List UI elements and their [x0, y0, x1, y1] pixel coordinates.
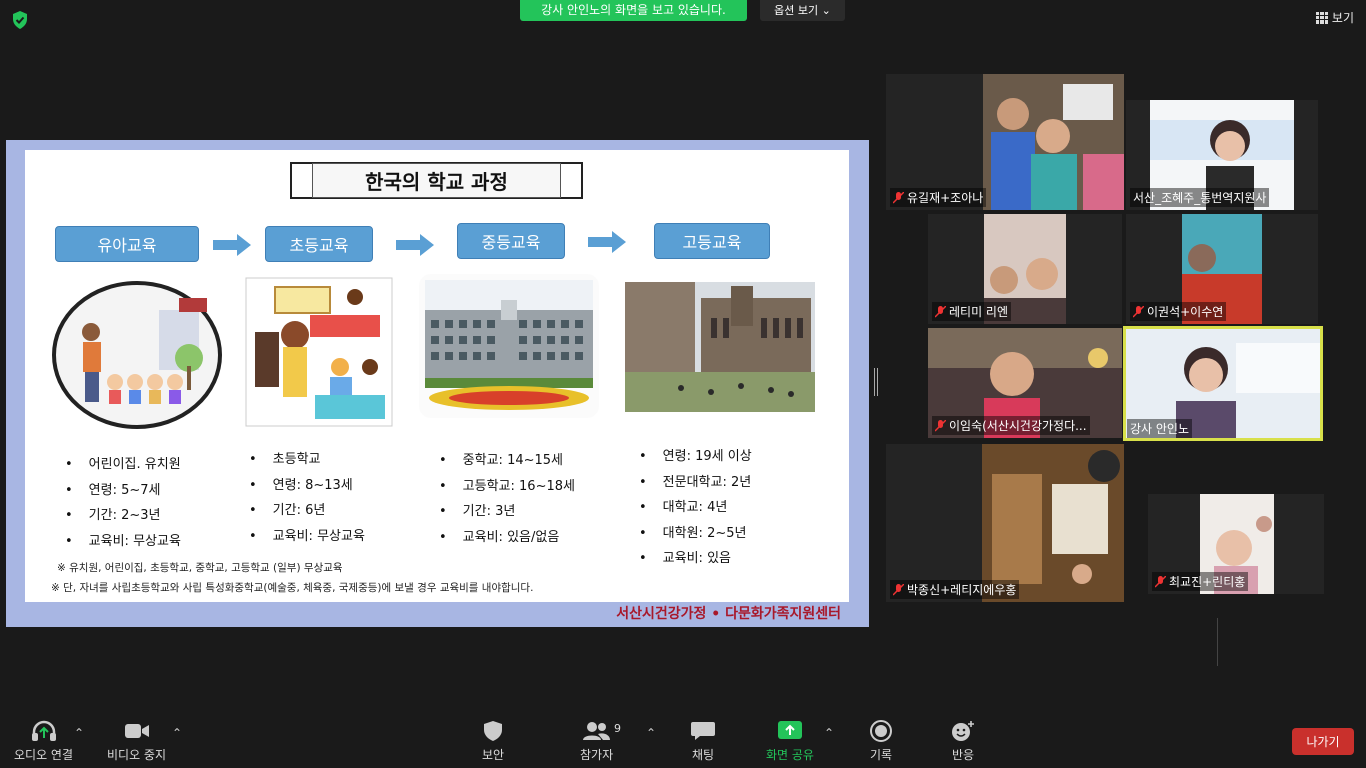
slide-title: 한국의 학교 과정 — [290, 162, 583, 199]
headphones-icon — [31, 720, 56, 741]
participant-name: 레티미 리엔 — [932, 302, 1012, 321]
chat-button[interactable]: 채팅 — [690, 720, 716, 763]
mic-muted-icon — [1155, 575, 1166, 588]
arrow-icon — [213, 234, 251, 256]
mic-muted-icon — [935, 419, 946, 432]
participant-video — [983, 74, 1124, 210]
secondary-school-photo — [419, 274, 599, 418]
participant-name: 박종신+레티지에우홍 — [890, 580, 1020, 599]
stage-elementary: 초등교육 — [265, 226, 373, 262]
elementary-details: 초등학교 연령: 8~13세 기간: 6년 교육비: 무상교육 — [249, 447, 365, 549]
arrow-icon — [396, 234, 434, 256]
shield-icon — [484, 721, 502, 741]
shared-screen: 한국의 학교 과정 유아교육 초등교육 중등교육 고등교육 • 어린이집. 유치… — [6, 140, 869, 627]
list-item: 교육비: 무상교육 — [65, 529, 181, 555]
participants-options-caret[interactable]: ⌃ — [646, 726, 656, 740]
list-item: 교육비: 있음/없음 — [439, 525, 575, 551]
video-camera-icon — [124, 724, 149, 738]
participant-tile[interactable]: 이권석+이수연 — [1126, 214, 1318, 324]
chat-icon — [691, 722, 715, 740]
list-item: 기간: 6년 — [249, 498, 365, 524]
participant-tile[interactable]: 레티미 리엔 — [928, 214, 1122, 324]
view-options-button[interactable]: 옵션 보기 ⌄ — [760, 0, 845, 21]
share-options-caret[interactable]: ⌃ — [824, 726, 834, 740]
meeting-toolbar: 오디오 연결 ⌃ 비디오 중지 ⌃ 보안 참가자 9 ⌃ 채팅 화면 공유 ⌃ … — [0, 712, 1366, 768]
share-screen-icon — [777, 721, 802, 739]
grid-icon — [1315, 11, 1328, 24]
mic-muted-icon — [1133, 305, 1144, 318]
list-item: 고등학교: 16~18세 — [439, 474, 575, 500]
audio-options-caret[interactable]: ⌃ — [74, 726, 84, 740]
list-item: 기간: 3년 — [439, 499, 575, 525]
participant-tile[interactable]: 박종신+레티지에우홍 — [886, 444, 1124, 602]
center-brand: 서산시건강가정 • 다문화가족지원센터 — [616, 606, 841, 622]
leave-button[interactable]: 나가기 — [1292, 728, 1354, 755]
share-screen-button[interactable]: 화면 공유 — [766, 720, 814, 763]
list-item: 연령: 8~13세 — [249, 473, 365, 499]
secondary-details: 중학교: 14~15세 고등학교: 16~18세 기간: 3년 교육비: 있음/… — [439, 448, 575, 550]
preschool-details: 어린이집. 유치원 연령: 5~7세 기간: 2~3년 교육비: 무상교육 — [65, 452, 181, 554]
participant-name: 유길재+조아나 — [890, 188, 987, 207]
participants-button[interactable]: 참가자 — [580, 720, 613, 763]
slide-note: ※ 단, 자녀를 사립초등학교와 사립 특성화중학교(예술중, 체육중, 국제중… — [51, 582, 534, 594]
participants-icon — [582, 722, 610, 740]
participant-tile[interactable]: 최교진+린티홍 — [1148, 494, 1324, 594]
list-item: 초등학교 — [249, 447, 365, 473]
participant-name: 최교진+린티홍 — [1152, 572, 1249, 591]
participant-tile[interactable]: 서산_조혜주_통번역지원사 — [1126, 100, 1318, 210]
divider — [1217, 618, 1218, 666]
stage-preschool: 유아교육 — [55, 226, 199, 262]
stage-higher: 고등교육 — [654, 223, 770, 259]
university-photo — [621, 278, 819, 416]
preschool-illustration — [52, 281, 222, 429]
slide-content: 한국의 학교 과정 유아교육 초등교육 중등교육 고등교육 • 어린이집. 유치… — [25, 150, 849, 602]
participant-count: 9 — [614, 722, 621, 735]
higher-details: 연령: 19세 이상 전문대학교: 2년 대학교: 4년 대학원: 2~5년 교… — [639, 444, 752, 572]
screen-share-banner: 강사 안인노의 화면을 보고 있습니다. — [520, 0, 747, 21]
video-options-caret[interactable]: ⌃ — [172, 726, 182, 740]
participant-name: 강사 안인노 — [1127, 419, 1193, 438]
security-button[interactable]: 보안 — [480, 720, 506, 763]
list-item: 연령: 19세 이상 — [639, 444, 752, 470]
participant-video — [982, 444, 1124, 602]
record-button[interactable]: 기록 — [868, 720, 894, 763]
list-item: 기간: 2~3년 — [65, 503, 181, 529]
view-button[interactable]: 보기 — [1315, 9, 1354, 26]
list-item: 어린이집. 유치원 — [65, 452, 181, 478]
slide-note: ※ 유치원, 어린이집, 초등학교, 중학교, 고등학교 (일부) 무상교육 — [57, 562, 343, 574]
list-item: 대학원: 2~5년 — [639, 521, 752, 547]
list-item: 대학교: 4년 — [639, 495, 752, 521]
view-label: 보기 — [1331, 11, 1354, 25]
audio-button[interactable]: 오디오 연결 — [14, 720, 73, 763]
participant-tile[interactable]: 이임숙(서산시건강가정다... — [928, 328, 1122, 438]
mic-muted-icon — [893, 583, 904, 596]
participant-name: 이임숙(서산시건강가정다... — [932, 416, 1090, 435]
participant-name: 서산_조혜주_통번역지원사 — [1130, 188, 1270, 207]
smiley-icon — [952, 721, 974, 741]
mic-muted-icon — [893, 191, 904, 204]
list-item: 전문대학교: 2년 — [639, 470, 752, 496]
list-item: 연령: 5~7세 — [65, 478, 181, 504]
reactions-button[interactable]: 반응 — [950, 720, 976, 763]
list-item: 교육비: 무상교육 — [249, 524, 365, 550]
participant-tile[interactable]: 유길재+조아나 — [886, 74, 1124, 210]
stage-secondary: 중등교육 — [457, 223, 565, 259]
participant-name: 이권석+이수연 — [1130, 302, 1227, 321]
video-button[interactable]: 비디오 중지 — [107, 720, 166, 763]
panel-resize-handle[interactable] — [874, 368, 878, 396]
list-item: 중학교: 14~15세 — [439, 448, 575, 474]
elementary-illustration — [245, 277, 393, 427]
security-shield-icon[interactable] — [10, 10, 30, 30]
mic-muted-icon — [935, 305, 946, 318]
record-icon — [870, 720, 892, 742]
arrow-icon — [588, 231, 626, 253]
list-item: 교육비: 있음 — [639, 546, 752, 572]
participant-tile-active-speaker[interactable]: 강사 안인노 — [1123, 326, 1323, 441]
